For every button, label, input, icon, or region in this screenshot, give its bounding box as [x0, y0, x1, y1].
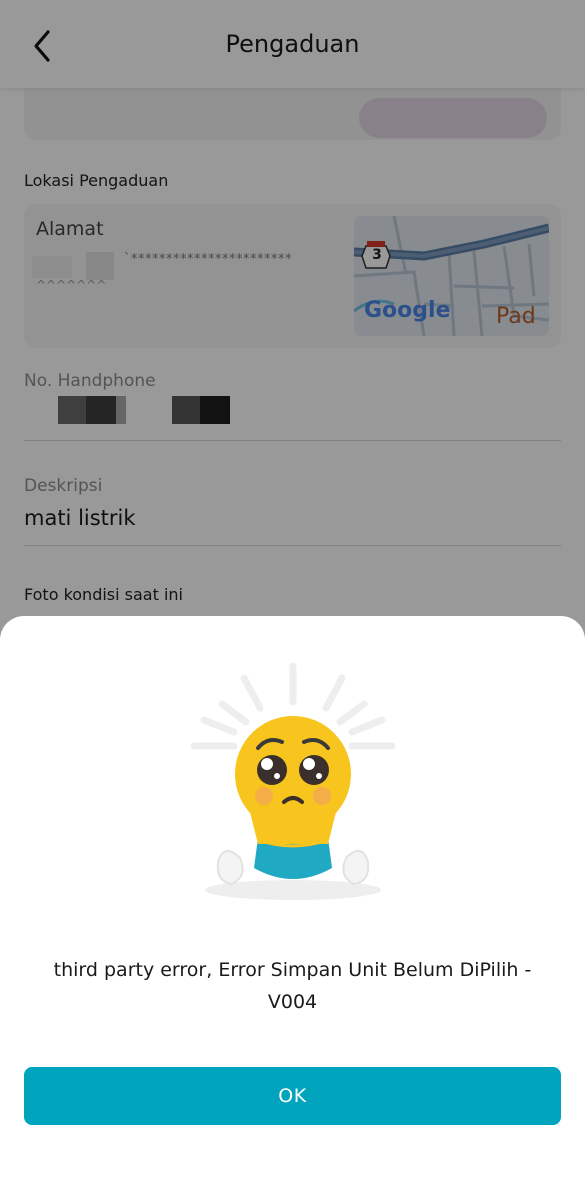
- ok-button[interactable]: OK: [24, 1067, 561, 1125]
- error-message: third party error, Error Simpan Unit Bel…: [53, 959, 532, 1013]
- sad-emoji-icon: [190, 662, 396, 900]
- error-bottom-sheet: third party error, Error Simpan Unit Bel…: [0, 616, 585, 1200]
- sad-bulb-illustration: [188, 662, 398, 908]
